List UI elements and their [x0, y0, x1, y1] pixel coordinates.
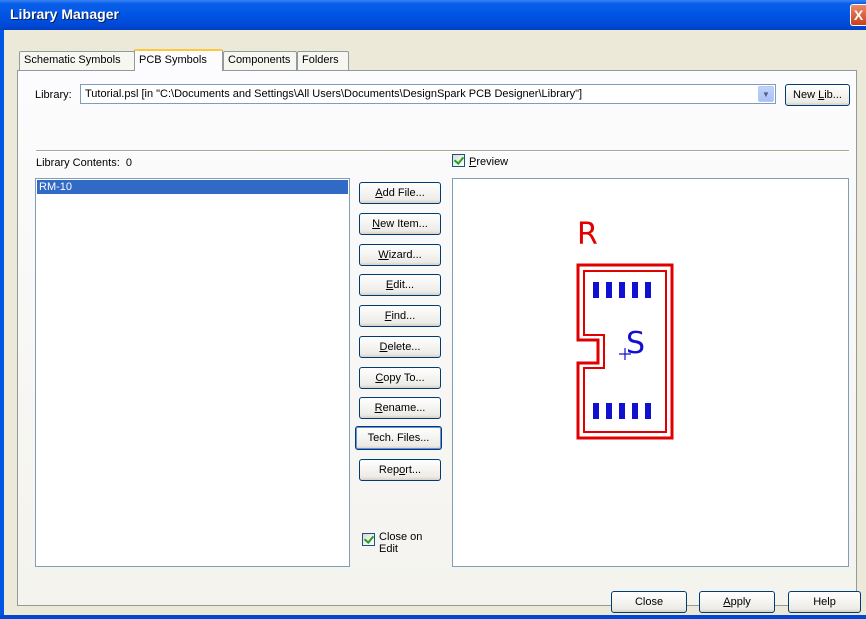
pad [619, 403, 625, 419]
new-lib-button[interactable]: New Lib... [785, 84, 850, 106]
separator [36, 150, 849, 152]
top-pad-row [593, 282, 651, 298]
library-manager-window: Library Manager X Schematic Symbols PCB … [0, 0, 866, 619]
footprint-preview: R S [576, 217, 674, 440]
report-button[interactable]: Report... [359, 459, 441, 481]
library-contents-label: Library Contents: 0 [36, 157, 133, 169]
pad [645, 282, 651, 298]
new-item-button[interactable]: New Item... [359, 213, 441, 235]
library-select-value: Tutorial.psl [in "C:\Documents and Setti… [85, 88, 583, 100]
rename-button[interactable]: Rename... [359, 397, 441, 419]
close-on-edit-label: Close on Edit [379, 531, 423, 555]
preview-checkbox[interactable] [452, 154, 465, 167]
tab-pcb-symbols[interactable]: PCB Symbols [134, 49, 223, 71]
pad [606, 282, 612, 298]
tech-files-button[interactable]: Tech. Files... [355, 426, 442, 450]
close-button[interactable]: Close [611, 591, 687, 613]
tab-folders[interactable]: Folders [297, 51, 349, 70]
close-icon: X [853, 7, 864, 23]
value-label: S [626, 326, 645, 361]
help-button[interactable]: Help [788, 591, 861, 613]
find-button[interactable]: Find... [359, 305, 441, 327]
preview-label: Preview [469, 156, 509, 168]
window-title: Library Manager [10, 6, 119, 22]
pad [645, 403, 651, 419]
library-select[interactable]: Tutorial.psl [in "C:\Documents and Setti… [80, 84, 776, 104]
list-item[interactable]: RM-10 [37, 180, 348, 194]
close-on-edit-checkbox[interactable] [362, 533, 375, 546]
pad [593, 282, 599, 298]
window-frame-bottom [0, 615, 866, 619]
chevron-down-icon[interactable]: ▼ [758, 86, 774, 102]
copy-to-button[interactable]: Copy To... [359, 367, 441, 389]
add-file-button[interactable]: Add File... [359, 182, 441, 204]
bottom-pad-row [593, 403, 651, 419]
wizard-button[interactable]: Wizard... [359, 244, 441, 266]
edit-button[interactable]: Edit... [359, 274, 441, 296]
pad [606, 403, 612, 419]
library-label: Library: [35, 89, 72, 101]
tab-components[interactable]: Components [223, 51, 297, 70]
library-contents-count: 0 [125, 157, 133, 169]
pad [632, 403, 638, 419]
ref-label: R [577, 217, 598, 252]
title-bar[interactable]: Library Manager X [0, 0, 866, 30]
apply-button[interactable]: Apply [699, 591, 775, 613]
pad [619, 282, 625, 298]
preview-pane: R S [452, 178, 849, 567]
delete-button[interactable]: Delete... [359, 336, 441, 358]
close-window-button[interactable]: X [850, 4, 866, 26]
pad [593, 403, 599, 419]
tab-schematic-symbols[interactable]: Schematic Symbols [19, 51, 135, 70]
pad [632, 282, 638, 298]
library-contents-list[interactable]: RM-10 [35, 178, 350, 567]
